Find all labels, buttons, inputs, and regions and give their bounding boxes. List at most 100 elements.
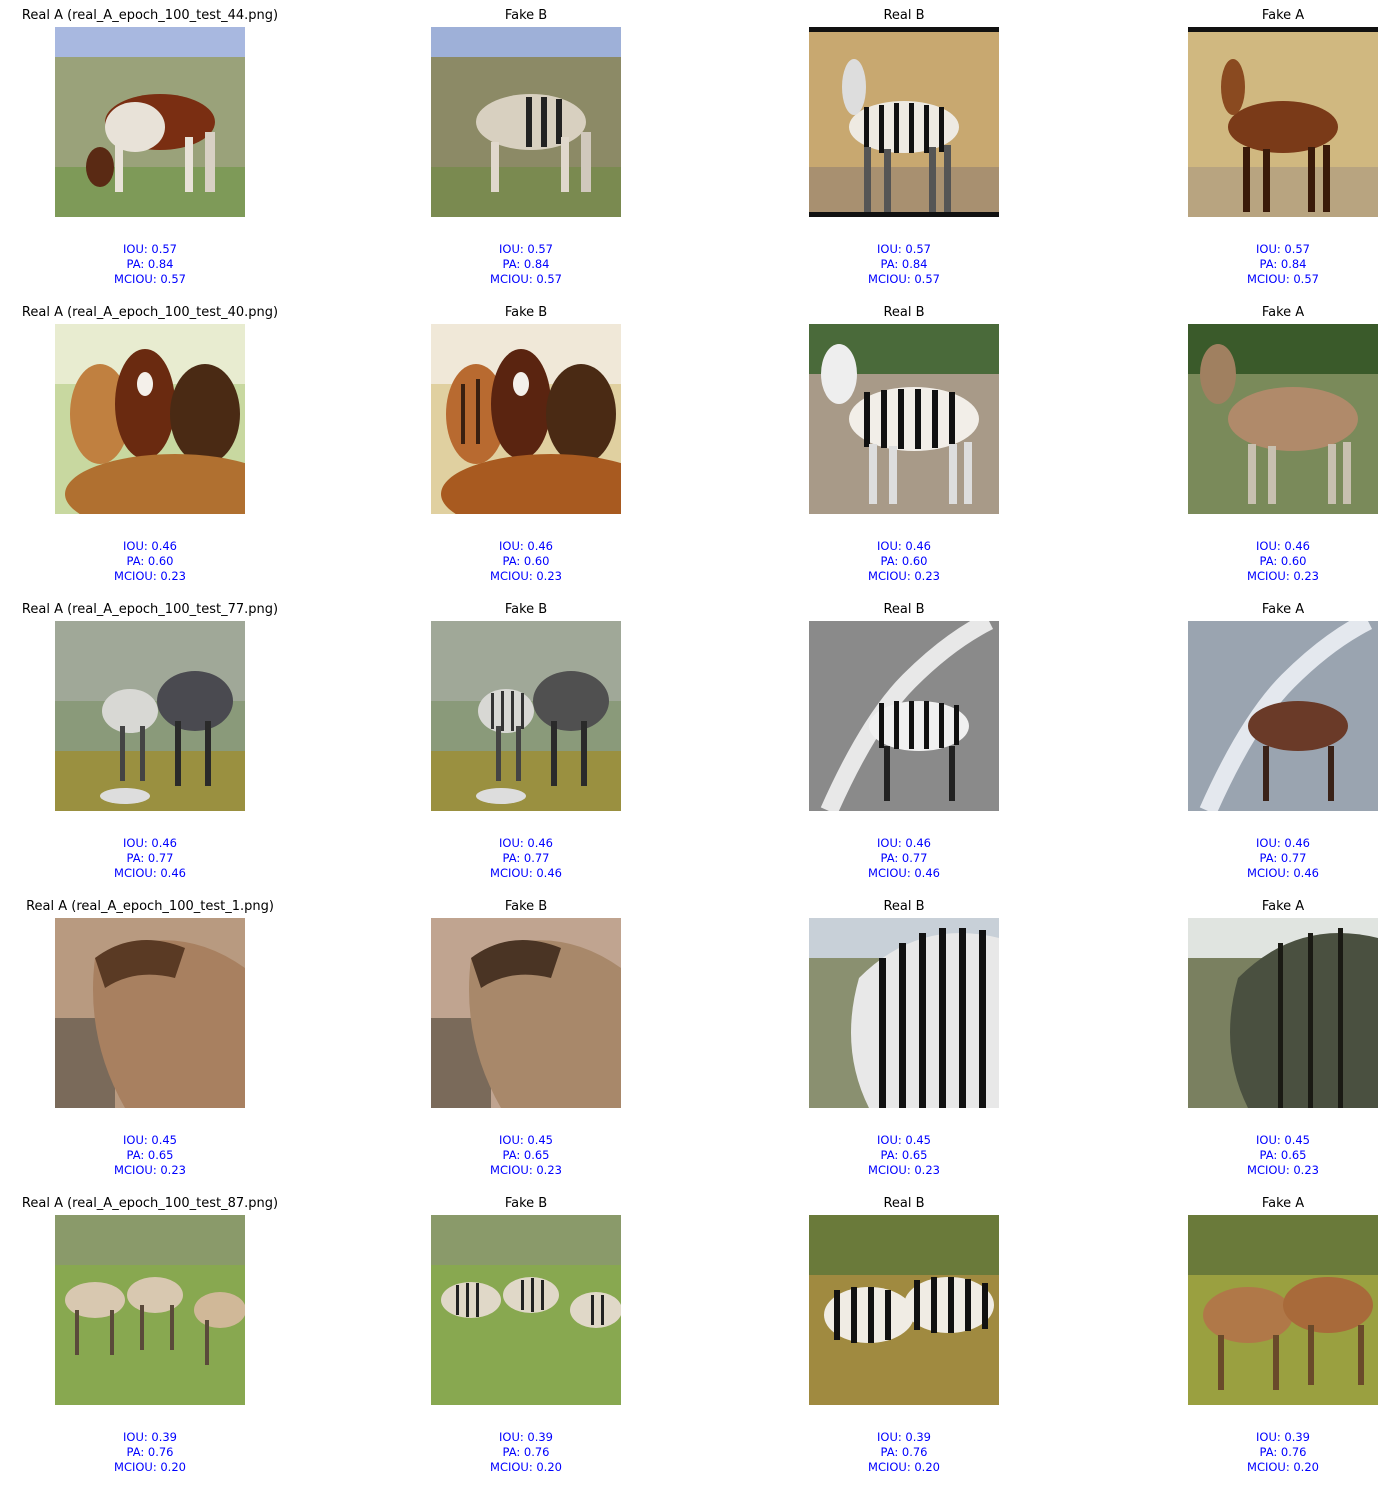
mciou-value: MCIOU: 0.20 [114,1460,186,1474]
horse-photo [55,1215,245,1405]
mciou-value: MCIOU: 0.23 [1247,569,1319,583]
pa-value: PA: 0.76 [1259,1445,1307,1459]
metrics: IOU: 0.39 PA: 0.76 MCIOU: 0.20 [376,1430,676,1475]
mciou-value: MCIOU: 0.20 [490,1460,562,1474]
iou-value: IOU: 0.46 [499,836,553,850]
metrics: IOU: 0.57 PA: 0.84 MCIOU: 0.57 [754,242,1054,287]
fake-zebra-photo [431,324,621,514]
pa-value: PA: 0.60 [502,554,550,568]
metrics: IOU: 0.39 PA: 0.76 MCIOU: 0.20 [754,1430,1054,1475]
metrics: IOU: 0.45 PA: 0.65 MCIOU: 0.23 [0,1133,300,1178]
panel-title: Real B [883,8,925,23]
metrics: IOU: 0.46 PA: 0.77 MCIOU: 0.46 [0,836,300,881]
iou-value: IOU: 0.45 [877,1133,931,1147]
metrics: IOU: 0.39 PA: 0.76 MCIOU: 0.20 [1133,1430,1388,1475]
panel-title: Fake A [1261,8,1305,23]
panel-title: Fake A [1261,305,1305,320]
pa-value: PA: 0.65 [126,1148,174,1162]
iou-value: IOU: 0.45 [1256,1133,1310,1147]
mciou-value: MCIOU: 0.46 [114,866,186,880]
iou-value: IOU: 0.46 [877,539,931,553]
pa-value: PA: 0.60 [1259,554,1307,568]
panel-title: Fake B [504,602,548,617]
metrics: IOU: 0.46 PA: 0.77 MCIOU: 0.46 [376,836,676,881]
panel-title: Fake B [504,899,548,914]
metrics: IOU: 0.45 PA: 0.65 MCIOU: 0.23 [376,1133,676,1178]
iou-value: IOU: 0.39 [123,1430,177,1444]
iou-value: IOU: 0.46 [123,836,177,850]
zebra-photo [809,324,999,514]
panel-title: Real A (real_A_epoch_100_test_40.png) [21,305,279,320]
mciou-value: MCIOU: 0.23 [868,1163,940,1177]
zebra-photo [809,621,999,811]
mciou-value: MCIOU: 0.23 [490,569,562,583]
mciou-value: MCIOU: 0.46 [490,866,562,880]
mciou-value: MCIOU: 0.23 [114,569,186,583]
mciou-value: MCIOU: 0.46 [1247,866,1319,880]
mciou-value: MCIOU: 0.23 [1247,1163,1319,1177]
zebra-photo [809,27,999,217]
pa-value: PA: 0.77 [126,851,174,865]
fake-horse-photo [1188,1215,1378,1405]
fake-zebra-photo [431,918,621,1108]
panel-title: Real B [883,1196,925,1211]
fake-horse-photo [1188,324,1378,514]
mciou-value: MCIOU: 0.20 [868,1460,940,1474]
panel-title: Fake A [1261,899,1305,914]
mciou-value: MCIOU: 0.23 [114,1163,186,1177]
metrics: IOU: 0.46 PA: 0.60 MCIOU: 0.23 [376,539,676,584]
iou-value: IOU: 0.46 [123,539,177,553]
panel-title: Fake A [1261,602,1305,617]
panel-title: Real A (real_A_epoch_100_test_87.png) [21,1196,279,1211]
panel-title: Real B [883,602,925,617]
panel-title: Fake B [504,1196,548,1211]
pa-value: PA: 0.84 [126,257,174,271]
iou-value: IOU: 0.46 [499,539,553,553]
iou-value: IOU: 0.46 [1256,539,1310,553]
pa-value: PA: 0.84 [1259,257,1307,271]
pa-value: PA: 0.76 [880,1445,928,1459]
panel-title: Real A (real_A_epoch_100_test_44.png) [21,8,279,23]
pa-value: PA: 0.60 [880,554,928,568]
pa-value: PA: 0.77 [880,851,928,865]
iou-value: IOU: 0.57 [877,242,931,256]
iou-value: IOU: 0.57 [1256,242,1310,256]
pa-value: PA: 0.77 [502,851,550,865]
iou-value: IOU: 0.39 [877,1430,931,1444]
panel-title: Fake A [1261,1196,1305,1211]
zebra-photo [809,918,999,1108]
iou-value: IOU: 0.39 [499,1430,553,1444]
panel-title: Real B [883,899,925,914]
zebra-photo [809,1215,999,1405]
pa-value: PA: 0.60 [126,554,174,568]
horse-photo [55,324,245,514]
pa-value: PA: 0.65 [880,1148,928,1162]
pa-value: PA: 0.84 [502,257,550,271]
mciou-value: MCIOU: 0.23 [490,1163,562,1177]
fake-horse-photo [1188,27,1378,217]
metrics: IOU: 0.57 PA: 0.84 MCIOU: 0.57 [0,242,300,287]
iou-value: IOU: 0.46 [1256,836,1310,850]
iou-value: IOU: 0.45 [123,1133,177,1147]
metrics: IOU: 0.46 PA: 0.77 MCIOU: 0.46 [754,836,1054,881]
mciou-value: MCIOU: 0.57 [868,272,940,286]
panel-title: Fake B [504,305,548,320]
iou-value: IOU: 0.39 [1256,1430,1310,1444]
metrics: IOU: 0.45 PA: 0.65 MCIOU: 0.23 [1133,1133,1388,1178]
horse-photo [55,621,245,811]
panel-title: Fake B [504,8,548,23]
iou-value: IOU: 0.57 [499,242,553,256]
pa-value: PA: 0.76 [126,1445,174,1459]
metrics: IOU: 0.46 PA: 0.77 MCIOU: 0.46 [1133,836,1388,881]
mciou-value: MCIOU: 0.23 [868,569,940,583]
horse-photo [55,918,245,1108]
metrics: IOU: 0.57 PA: 0.84 MCIOU: 0.57 [376,242,676,287]
metrics: IOU: 0.46 PA: 0.60 MCIOU: 0.23 [0,539,300,584]
mciou-value: MCIOU: 0.57 [114,272,186,286]
metrics: IOU: 0.45 PA: 0.65 MCIOU: 0.23 [754,1133,1054,1178]
pa-value: PA: 0.76 [502,1445,550,1459]
panel-title: Real A (real_A_epoch_100_test_1.png) [26,899,274,914]
fake-horse-photo [1188,621,1378,811]
fake-zebra-photo [431,27,621,217]
fake-zebra-photo [431,1215,621,1405]
